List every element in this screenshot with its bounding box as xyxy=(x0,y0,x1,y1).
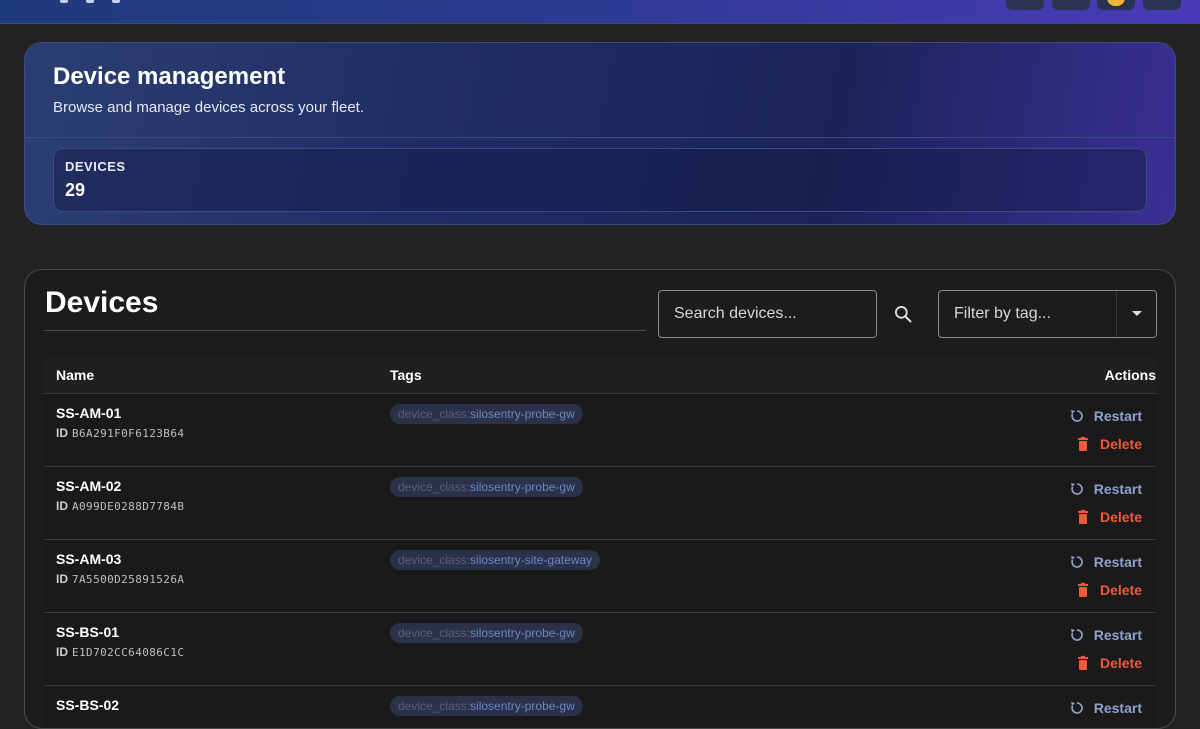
table-row: SS-AM-01 ID B6A291F0F6123B64 device_class… xyxy=(44,394,1156,467)
tag-filter-placeholder: Filter by tag... xyxy=(954,305,1051,322)
tag-key: device_class: xyxy=(398,553,471,567)
device-name: SS-AM-01 xyxy=(56,405,122,421)
tag-value: silosentry-site-gateway xyxy=(470,553,593,567)
tag-key: device_class: xyxy=(398,699,471,713)
delete-button[interactable]: Delete xyxy=(1075,434,1142,454)
device-management-header: Device management Browse and manage devi… xyxy=(24,42,1176,225)
tag-chip[interactable]: device_class:silosentry-probe-gw xyxy=(390,404,583,424)
tag-key: device_class: xyxy=(398,407,471,421)
tag-value: silosentry-probe-gw xyxy=(470,626,575,640)
column-header-actions: Actions xyxy=(1104,367,1156,383)
tag-key: device_class: xyxy=(398,626,471,640)
id-value: B6A291F0F6123B64 xyxy=(72,427,185,440)
table-row: SS-AM-03 ID 7A5500D25891526A device_class… xyxy=(44,540,1156,613)
delete-button[interactable]: Delete xyxy=(1075,580,1142,600)
restart-icon xyxy=(1070,556,1083,568)
caret-down-icon xyxy=(1131,311,1142,316)
tag-chip[interactable]: device_class:silosentry-probe-gw xyxy=(390,696,583,716)
notifications-button[interactable] xyxy=(1097,0,1135,10)
tag-value: silosentry-probe-gw xyxy=(470,407,575,421)
device-id: ID 7A5500D25891526A xyxy=(56,572,184,586)
top-app-bar xyxy=(0,0,1200,24)
restart-label: Restart xyxy=(1093,408,1142,424)
devices-table: Name Tags Actions SS-AM-01 ID B6A291F0F61… xyxy=(44,357,1156,728)
table-row: SS-BS-01 ID E1D702CC64086C1C device_class… xyxy=(44,613,1156,686)
restart-button[interactable]: Restart xyxy=(1069,479,1142,499)
devices-title: Devices xyxy=(45,286,159,319)
table-header: Name Tags Actions xyxy=(44,357,1156,394)
table-row: SS-BS-02 device_class:silosentry-probe-g… xyxy=(44,686,1156,728)
search-input[interactable] xyxy=(658,290,877,338)
tag-key: device_class: xyxy=(398,480,471,494)
device-id: ID A099DE0288D7784B xyxy=(56,499,184,513)
restart-label: Restart xyxy=(1093,700,1142,716)
id-label: ID xyxy=(56,426,68,440)
id-value: A099DE0288D7784B xyxy=(72,500,185,513)
restart-label: Restart xyxy=(1093,627,1142,643)
devices-panel: Devices Filter by tag... Name Tags Actio… xyxy=(24,269,1176,729)
delete-label: Delete xyxy=(1099,509,1142,525)
trash-icon xyxy=(1077,655,1088,670)
search-button[interactable] xyxy=(889,300,917,328)
tag-value: silosentry-probe-gw xyxy=(470,480,575,494)
id-label: ID xyxy=(56,645,68,659)
tag-chip[interactable]: device_class:silosentry-site-gateway xyxy=(390,550,601,570)
delete-button[interactable]: Delete xyxy=(1075,507,1142,527)
stat-label: DEVICES xyxy=(65,159,126,174)
delete-label: Delete xyxy=(1099,436,1142,452)
tag-chip[interactable]: device_class:silosentry-probe-gw xyxy=(390,477,583,497)
topbar-button-1[interactable] xyxy=(1006,0,1044,10)
page-subtitle: Browse and manage devices across your fl… xyxy=(53,99,364,116)
tag-value: silosentry-probe-gw xyxy=(470,699,575,713)
delete-button[interactable]: Delete xyxy=(1075,653,1142,673)
restart-button[interactable]: Restart xyxy=(1069,698,1142,718)
id-value: E1D702CC64086C1C xyxy=(72,646,185,659)
app-logo xyxy=(60,0,140,3)
restart-button[interactable]: Restart xyxy=(1069,406,1142,426)
restart-label: Restart xyxy=(1093,481,1142,497)
id-label: ID xyxy=(56,572,68,586)
restart-button[interactable]: Restart xyxy=(1069,552,1142,572)
id-label: ID xyxy=(56,499,68,513)
search-icon xyxy=(895,306,912,323)
restart-icon xyxy=(1070,483,1083,495)
tag-filter-select[interactable]: Filter by tag... xyxy=(938,290,1157,338)
topbar-button-2[interactable] xyxy=(1052,0,1090,10)
stat-value: 29 xyxy=(65,180,86,200)
restart-icon xyxy=(1070,629,1083,641)
devices-count-stat: DEVICES 29 xyxy=(53,148,1147,212)
title-divider xyxy=(44,330,646,331)
trash-icon xyxy=(1077,509,1088,524)
restart-icon xyxy=(1070,410,1083,422)
tag-filter-toggle[interactable] xyxy=(1116,291,1156,337)
page-title: Device management xyxy=(53,63,286,90)
device-name: SS-AM-03 xyxy=(56,551,122,567)
delete-label: Delete xyxy=(1099,655,1142,671)
restart-label: Restart xyxy=(1093,554,1142,570)
device-id: ID E1D702CC64086C1C xyxy=(56,645,184,659)
column-header-name: Name xyxy=(56,367,95,383)
table-row: SS-AM-02 ID A099DE0288D7784B device_class… xyxy=(44,467,1156,540)
device-name: SS-BS-01 xyxy=(56,624,120,640)
device-id: ID B6A291F0F6123B64 xyxy=(56,426,184,440)
device-name: SS-AM-02 xyxy=(56,478,122,494)
restart-icon xyxy=(1070,702,1083,714)
delete-label: Delete xyxy=(1099,582,1142,598)
trash-icon xyxy=(1077,436,1088,451)
restart-button[interactable]: Restart xyxy=(1069,625,1142,645)
device-name: SS-BS-02 xyxy=(56,697,120,713)
notification-indicator-icon xyxy=(1107,0,1125,6)
trash-icon xyxy=(1077,582,1088,597)
id-value: 7A5500D25891526A xyxy=(72,573,185,586)
tag-chip[interactable]: device_class:silosentry-probe-gw xyxy=(390,623,583,643)
column-header-tags: Tags xyxy=(390,367,422,383)
account-button[interactable] xyxy=(1143,0,1181,10)
